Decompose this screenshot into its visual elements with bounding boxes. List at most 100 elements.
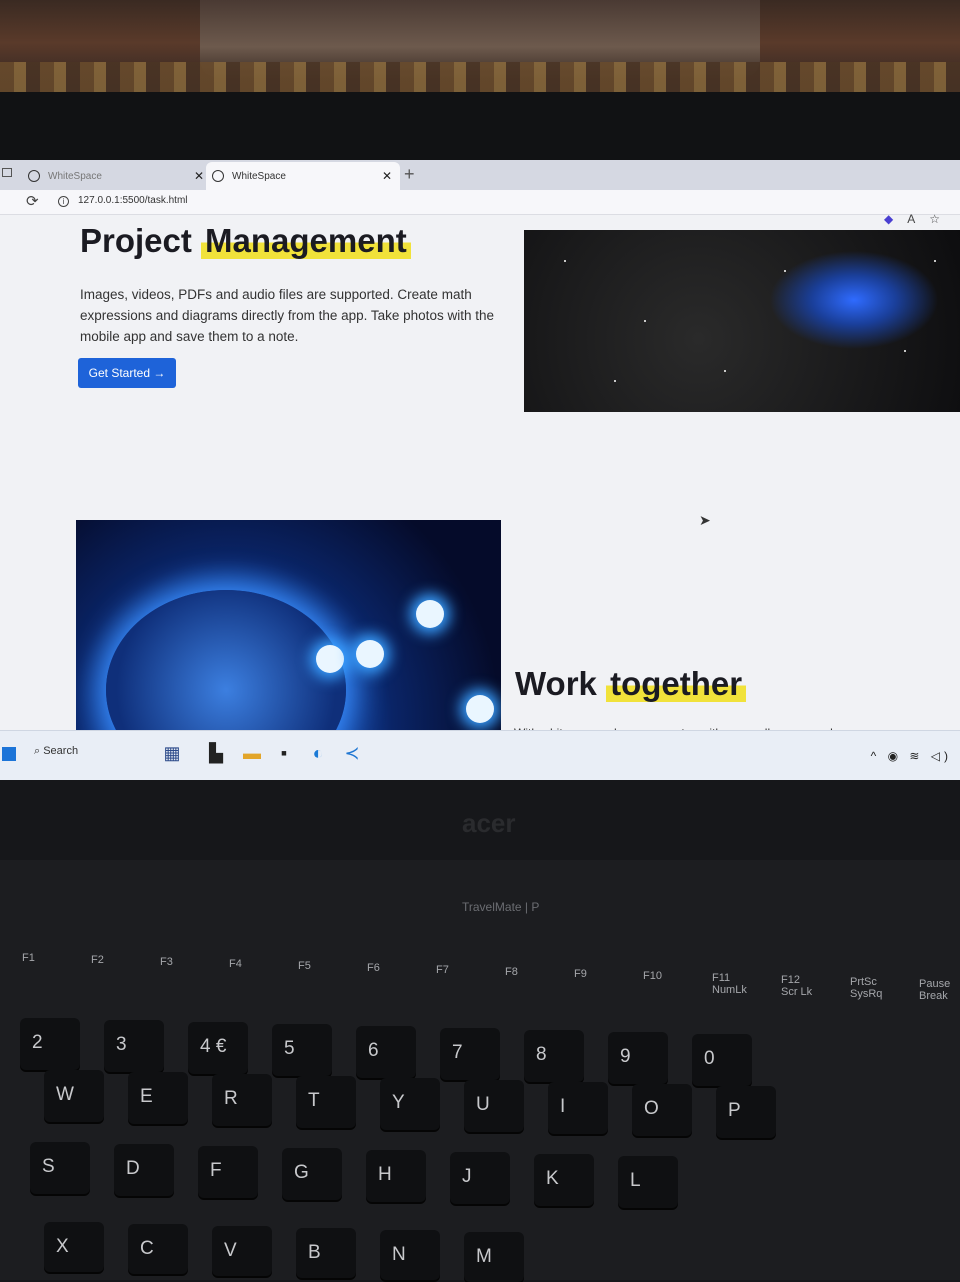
keyboard-key[interactable]: J <box>450 1152 510 1204</box>
function-key[interactable]: F7 <box>436 964 449 976</box>
widgets-icon[interactable]: ▦ <box>160 741 184 765</box>
keyboard-key-label: T <box>308 1090 320 1111</box>
function-key[interactable]: F5 <box>298 960 311 972</box>
keyboard-key[interactable]: G <box>282 1148 342 1200</box>
keyboard-key-label: P <box>728 1100 741 1121</box>
close-icon[interactable]: ✕ <box>194 169 204 183</box>
keyboard-key[interactable]: X <box>44 1222 104 1272</box>
star <box>934 260 936 262</box>
model-label: TravelMate | P <box>462 900 540 914</box>
function-key[interactable]: PrtSc SysRq <box>850 976 882 1000</box>
keyboard-key[interactable]: 4 € <box>188 1022 248 1074</box>
keyboard-key[interactable]: 8 <box>524 1030 584 1082</box>
keyboard-key[interactable]: 2 <box>20 1018 80 1070</box>
keyboard-key[interactable]: 9 <box>608 1032 668 1084</box>
favorite-star-icon[interactable]: ☆ <box>929 212 940 226</box>
file-explorer-icon[interactable]: ▬ <box>240 741 264 765</box>
function-key[interactable]: F11 NumLk <box>712 972 747 996</box>
keyboard-key[interactable]: O <box>632 1084 692 1136</box>
section-title: Work together <box>515 665 747 703</box>
function-key[interactable]: F1 <box>22 952 35 964</box>
reload-icon[interactable]: ⟳ <box>26 192 39 210</box>
function-key[interactable]: Pause Break <box>919 978 950 1002</box>
function-key[interactable]: F10 <box>643 970 662 982</box>
network-node <box>466 695 494 723</box>
section-title-highlight: together <box>606 665 747 702</box>
function-key[interactable]: F12 Scr Lk <box>781 974 812 998</box>
keyboard-key[interactable]: N <box>380 1230 440 1280</box>
keyboard-key-label: 4 € <box>200 1036 227 1057</box>
mouse-cursor-icon: ➤ <box>699 512 711 528</box>
tab-actions-icon[interactable] <box>2 168 12 177</box>
new-tab-button[interactable]: + <box>404 164 415 185</box>
windows-start-icon[interactable] <box>2 747 16 761</box>
keyboard-key[interactable]: T <box>296 1076 356 1128</box>
keyboard-key[interactable]: I <box>548 1082 608 1134</box>
keyboard-key[interactable]: 6 <box>356 1026 416 1078</box>
keyboard-key-label: 9 <box>620 1046 631 1067</box>
address-bar: ⟳ i 127.0.0.1:5500/task.html <box>0 190 960 215</box>
keyboard-key-label: N <box>392 1244 406 1265</box>
laptop-screen: WhiteSpace ✕ WhiteSpace ✕ + ⟳ i 127.0.0.… <box>0 160 960 780</box>
network-node <box>316 645 344 673</box>
read-aloud-icon[interactable]: A <box>907 212 915 226</box>
function-key[interactable]: F4 <box>229 958 242 970</box>
get-started-button[interactable]: Get Started → <box>78 358 176 388</box>
tab-active[interactable]: WhiteSpace ✕ <box>206 162 400 190</box>
keyboard-key[interactable]: M <box>464 1232 524 1282</box>
keyboard-key[interactable]: V <box>212 1226 272 1276</box>
command-prompt-icon[interactable]: ▪ <box>272 741 296 765</box>
keyboard-key-label: 8 <box>536 1044 547 1065</box>
function-key[interactable]: F6 <box>367 962 380 974</box>
keyboard-key[interactable]: R <box>212 1074 272 1126</box>
keyboard-key-label: 6 <box>368 1040 379 1061</box>
keyboard-key[interactable]: K <box>534 1154 594 1206</box>
keyboard-key[interactable]: C <box>128 1224 188 1274</box>
network-node <box>356 640 384 668</box>
keyboard-key[interactable]: B <box>296 1228 356 1278</box>
globe-icon <box>212 170 224 182</box>
keyboard-key[interactable]: U <box>464 1080 524 1132</box>
taskbar-search[interactable]: ⌕ Search <box>34 745 78 758</box>
terminal-icon[interactable]: ▙ <box>204 741 228 765</box>
hero-title-highlight: Management <box>201 222 411 259</box>
keyboard-key[interactable]: D <box>114 1144 174 1196</box>
star <box>614 380 616 382</box>
tab-inactive[interactable]: WhiteSpace ✕ <box>22 162 212 190</box>
keyboard-key-label: O <box>644 1098 659 1119</box>
keyboard-key[interactable]: W <box>44 1070 104 1122</box>
star <box>564 260 566 262</box>
background-cloth <box>0 62 960 96</box>
digital-globe <box>106 590 346 730</box>
brand-logo: acer <box>462 808 516 838</box>
info-icon[interactable]: i <box>58 196 69 207</box>
close-icon[interactable]: ✕ <box>382 169 392 183</box>
function-key[interactable]: F9 <box>574 968 587 980</box>
keyboard-key-label: 7 <box>452 1042 463 1063</box>
tag-icon[interactable]: ◆ <box>884 212 893 226</box>
keyboard-key[interactable]: H <box>366 1150 426 1202</box>
edge-browser-icon[interactable]: ◐ <box>306 741 330 765</box>
keyboard-key[interactable]: Y <box>380 1078 440 1130</box>
keyboard-key-label: W <box>56 1084 74 1105</box>
keyboard-key[interactable]: F <box>198 1146 258 1198</box>
keyboard-key[interactable]: L <box>618 1156 678 1208</box>
function-key[interactable]: F2 <box>91 954 104 966</box>
function-key[interactable]: F3 <box>160 956 173 968</box>
keyboard-key[interactable]: E <box>128 1072 188 1124</box>
tab-label: WhiteSpace <box>232 170 286 182</box>
keyboard-key[interactable]: 0 <box>692 1034 752 1086</box>
windows-taskbar: ⌕ Search ▦ ▙ ▬ ▪ ◐ ≺ ^ ◉ ≋ ◁) <box>0 730 960 780</box>
keyboard-key[interactable]: 3 <box>104 1020 164 1072</box>
function-key[interactable]: F8 <box>505 966 518 978</box>
tab-label: WhiteSpace <box>48 170 102 182</box>
system-tray[interactable]: ^ ◉ ≋ ◁) <box>871 749 952 763</box>
keyboard-key-label: U <box>476 1094 490 1115</box>
url-text[interactable]: 127.0.0.1:5500/task.html <box>78 195 188 206</box>
keyboard-key[interactable]: 7 <box>440 1028 500 1080</box>
keyboard-key[interactable]: S <box>30 1142 90 1194</box>
globe-icon <box>28 170 40 182</box>
vscode-icon[interactable]: ≺ <box>340 741 364 765</box>
keyboard-key[interactable]: P <box>716 1086 776 1138</box>
keyboard-key[interactable]: 5 <box>272 1024 332 1076</box>
